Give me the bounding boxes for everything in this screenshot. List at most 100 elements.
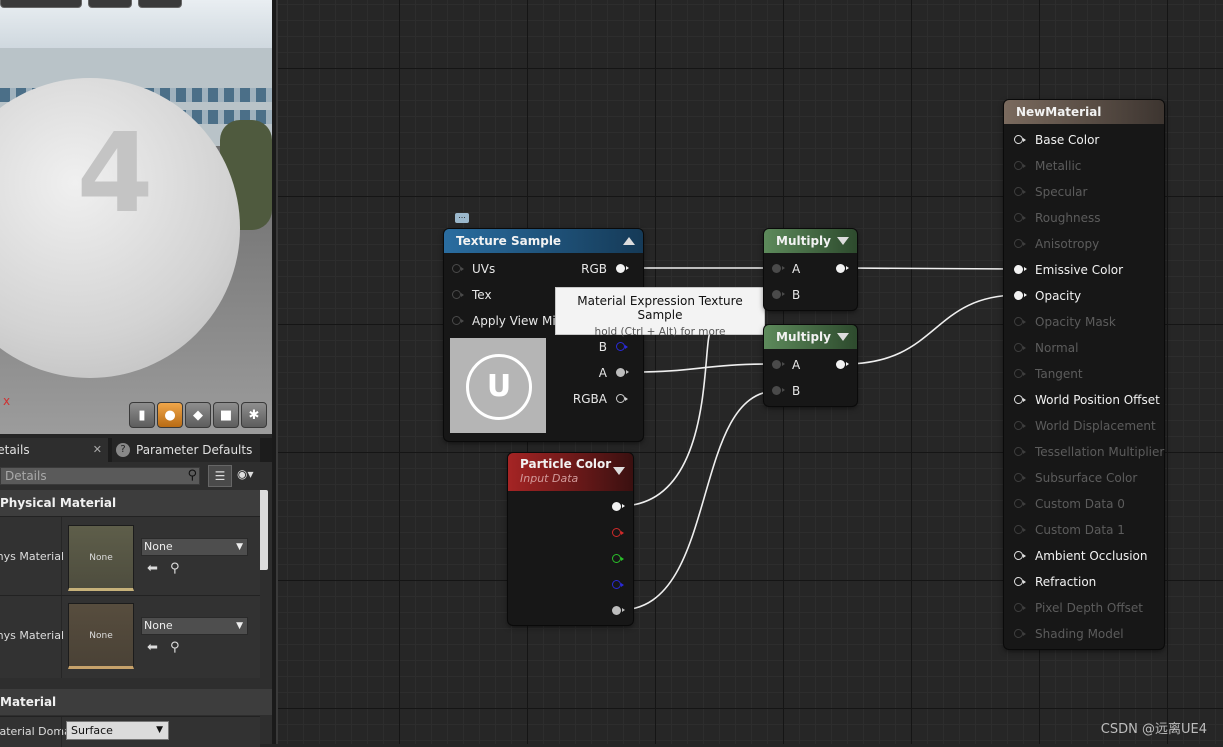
material-pin-row[interactable]: World Displacement xyxy=(1014,418,1156,434)
pin-a[interactable]: A xyxy=(772,357,800,373)
material-pin-row[interactable]: Tessellation Multiplier xyxy=(1014,444,1164,460)
output-pin-r-icon[interactable] xyxy=(612,528,624,537)
output-pin-icon[interactable] xyxy=(616,394,628,403)
eye-icon[interactable]: ◉▾ xyxy=(237,467,254,481)
node-header[interactable]: Texture Sample xyxy=(444,229,643,253)
pin-rgba[interactable]: RGBA xyxy=(573,391,628,407)
output-pin-g-icon[interactable] xyxy=(612,554,624,563)
collapse-arrow-icon[interactable] xyxy=(837,237,849,245)
node-header[interactable]: Multiply xyxy=(764,325,857,349)
node-header[interactable]: Particle Color Input Data xyxy=(508,453,633,491)
input-pin-icon[interactable] xyxy=(772,264,785,273)
pin-tex[interactable]: Tex xyxy=(452,287,492,303)
view-options-list-icon[interactable]: ☰ xyxy=(208,465,232,487)
input-pin-icon[interactable] xyxy=(1014,187,1026,196)
viewport-menu-button[interactable] xyxy=(0,0,82,8)
pin-b[interactable]: B xyxy=(772,287,800,303)
output-pin-icon[interactable] xyxy=(616,342,628,351)
material-pin-row[interactable]: Shading Model xyxy=(1014,626,1124,642)
tab-details[interactable]: Details ✕ xyxy=(0,438,108,462)
asset-dropdown[interactable]: None ▼ xyxy=(141,538,248,556)
material-pin-row[interactable]: Emissive Color xyxy=(1014,262,1123,278)
sphere-preview-icon[interactable]: ● xyxy=(157,402,183,428)
category-physical-material[interactable]: Physical Material xyxy=(0,490,260,516)
teapot-preview-icon[interactable]: ✱ xyxy=(241,402,267,428)
arrow-left-icon[interactable]: ⬅ xyxy=(147,561,158,576)
material-pin-row[interactable]: Custom Data 0 xyxy=(1014,496,1125,512)
material-pin-row[interactable]: Normal xyxy=(1014,340,1078,356)
search-icon[interactable]: ⚲ xyxy=(170,640,180,655)
node-header[interactable]: Multiply xyxy=(764,229,857,253)
collapse-arrow-icon[interactable] xyxy=(623,237,635,245)
input-pin-icon[interactable] xyxy=(1014,395,1026,404)
pin-rgb[interactable]: RGB xyxy=(581,261,629,277)
output-pin-icon[interactable] xyxy=(836,360,849,369)
input-pin-icon[interactable] xyxy=(772,360,785,369)
details-search-input[interactable]: Details ⚲ xyxy=(0,467,200,485)
material-pin-row[interactable]: Ambient Occlusion xyxy=(1014,548,1147,564)
material-pin-row[interactable]: Anisotropy xyxy=(1014,236,1099,252)
new-material-node[interactable]: NewMaterial Base Color Metallic Specular Ro… xyxy=(1004,100,1164,649)
material-pin-row[interactable]: Tangent xyxy=(1014,366,1083,382)
asset-dropdown[interactable]: None ▼ xyxy=(141,617,248,635)
material-pin-row[interactable]: Base Color xyxy=(1014,132,1099,148)
tab-parameter-defaults[interactable]: ? Parameter Defaults xyxy=(112,438,260,462)
input-pin-icon[interactable] xyxy=(1014,473,1026,482)
material-pin-row[interactable]: Roughness xyxy=(1014,210,1100,226)
input-pin-icon[interactable] xyxy=(1014,551,1026,560)
material-domain-dropdown[interactable]: Surface ▼ xyxy=(66,721,169,740)
input-pin-icon[interactable] xyxy=(1014,447,1026,456)
input-pin-icon[interactable] xyxy=(1014,421,1026,430)
material-pin-row[interactable]: Subsurface Color xyxy=(1014,470,1137,486)
input-pin-icon[interactable] xyxy=(1014,161,1026,170)
multiply-node-1[interactable]: Multiply A B xyxy=(764,229,857,310)
input-pin-icon[interactable] xyxy=(452,290,464,299)
material-pin-row[interactable]: Opacity Mask xyxy=(1014,314,1116,330)
input-pin-icon[interactable] xyxy=(452,316,464,325)
input-pin-icon[interactable] xyxy=(1014,291,1027,300)
pin-b[interactable]: B xyxy=(599,339,628,355)
output-pin-icon[interactable] xyxy=(616,368,629,377)
particle-color-node[interactable]: Particle Color Input Data xyxy=(508,453,633,625)
viewport-show-button[interactable] xyxy=(138,0,182,8)
material-pin-row[interactable]: Refraction xyxy=(1014,574,1096,590)
asset-thumbnail[interactable]: None xyxy=(68,525,134,591)
input-pin-icon[interactable] xyxy=(1014,343,1026,352)
output-pin-b-icon[interactable] xyxy=(612,580,624,589)
close-icon[interactable]: ✕ xyxy=(93,438,102,462)
pin-a[interactable]: A xyxy=(599,365,629,381)
input-pin-icon[interactable] xyxy=(772,386,785,395)
material-pin-row[interactable]: Pixel Depth Offset xyxy=(1014,600,1143,616)
collapse-arrow-icon[interactable] xyxy=(613,467,625,475)
cube-preview-icon[interactable]: ■ xyxy=(213,402,239,428)
comment-bubble-icon[interactable]: ... xyxy=(455,212,469,223)
material-pin-row[interactable]: World Position Offset xyxy=(1014,392,1160,408)
search-icon[interactable]: ⚲ xyxy=(170,561,180,576)
viewport-view-button[interactable] xyxy=(88,0,132,8)
input-pin-icon[interactable] xyxy=(1014,369,1026,378)
input-pin-icon[interactable] xyxy=(1014,213,1026,222)
pin-b[interactable]: B xyxy=(772,383,800,399)
arrow-left-icon[interactable]: ⬅ xyxy=(147,640,158,655)
input-pin-icon[interactable] xyxy=(1014,499,1026,508)
category-material[interactable]: Material xyxy=(0,689,272,715)
material-pin-row[interactable]: Specular xyxy=(1014,184,1087,200)
input-pin-icon[interactable] xyxy=(1014,525,1026,534)
material-pin-row[interactable]: Metallic xyxy=(1014,158,1081,174)
node-header[interactable]: NewMaterial xyxy=(1004,100,1164,124)
asset-thumbnail[interactable]: None xyxy=(68,603,134,669)
material-pin-row[interactable]: Custom Data 1 xyxy=(1014,522,1125,538)
input-pin-icon[interactable] xyxy=(1014,135,1026,144)
output-pin-icon[interactable] xyxy=(616,264,629,273)
input-pin-icon[interactable] xyxy=(772,290,785,299)
output-pin-icon[interactable] xyxy=(836,264,849,273)
input-pin-icon[interactable] xyxy=(1014,317,1026,326)
input-pin-icon[interactable] xyxy=(1014,603,1026,612)
preview-viewport[interactable]: 4 x ▮ ● ◆ ■ ✱ xyxy=(0,0,272,434)
plane-preview-icon[interactable]: ◆ xyxy=(185,402,211,428)
cylinder-preview-icon[interactable]: ▮ xyxy=(129,402,155,428)
pin-uvs[interactable]: UVs xyxy=(452,261,495,277)
multiply-node-2[interactable]: Multiply A B xyxy=(764,325,857,406)
input-pin-icon[interactable] xyxy=(1014,265,1027,274)
output-pin-a-icon[interactable] xyxy=(612,606,625,615)
